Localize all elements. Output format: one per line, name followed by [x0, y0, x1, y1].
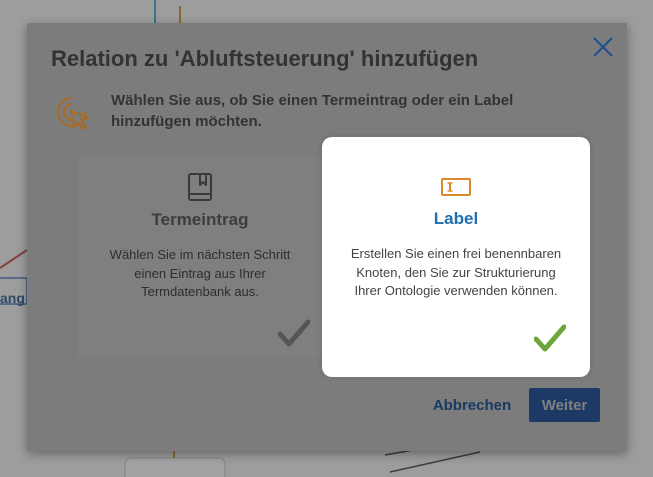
option-description: Wählen Sie im nächsten Schritt einen Ein…	[109, 247, 291, 299]
option-card-label[interactable]: Label Erstellen Sie einen frei benennbar…	[336, 157, 576, 359]
option-title: Label	[433, 209, 479, 228]
option-card-termeintrag[interactable]: Termeintrag Wählen Sie im nächsten Schri…	[78, 156, 322, 358]
dialog-title: Relation zu 'Abluftsteuerung' hinzufügen	[51, 46, 479, 71]
cursor-click-icon	[57, 97, 89, 130]
option-description: Erstellen Sie einen frei benennbaren Kno…	[350, 246, 562, 298]
label-tag-icon	[441, 178, 471, 196]
book-icon	[188, 173, 212, 201]
add-relation-dialog: Relation zu 'Abluftsteuerung' hinzufügen…	[27, 23, 627, 451]
checkmark-icon	[534, 324, 566, 352]
next-button[interactable]: Weiter	[529, 388, 600, 422]
close-icon[interactable]	[590, 34, 616, 60]
selected-option-frame: Label Erstellen Sie einen frei benennbar…	[322, 137, 590, 377]
instruction-text: Wählen Sie aus, ob Sie einen Termeintrag…	[111, 92, 514, 130]
option-title: Termeintrag	[151, 210, 249, 229]
cancel-button[interactable]: Abbrechen	[427, 395, 517, 415]
checkmark-icon	[278, 319, 310, 347]
